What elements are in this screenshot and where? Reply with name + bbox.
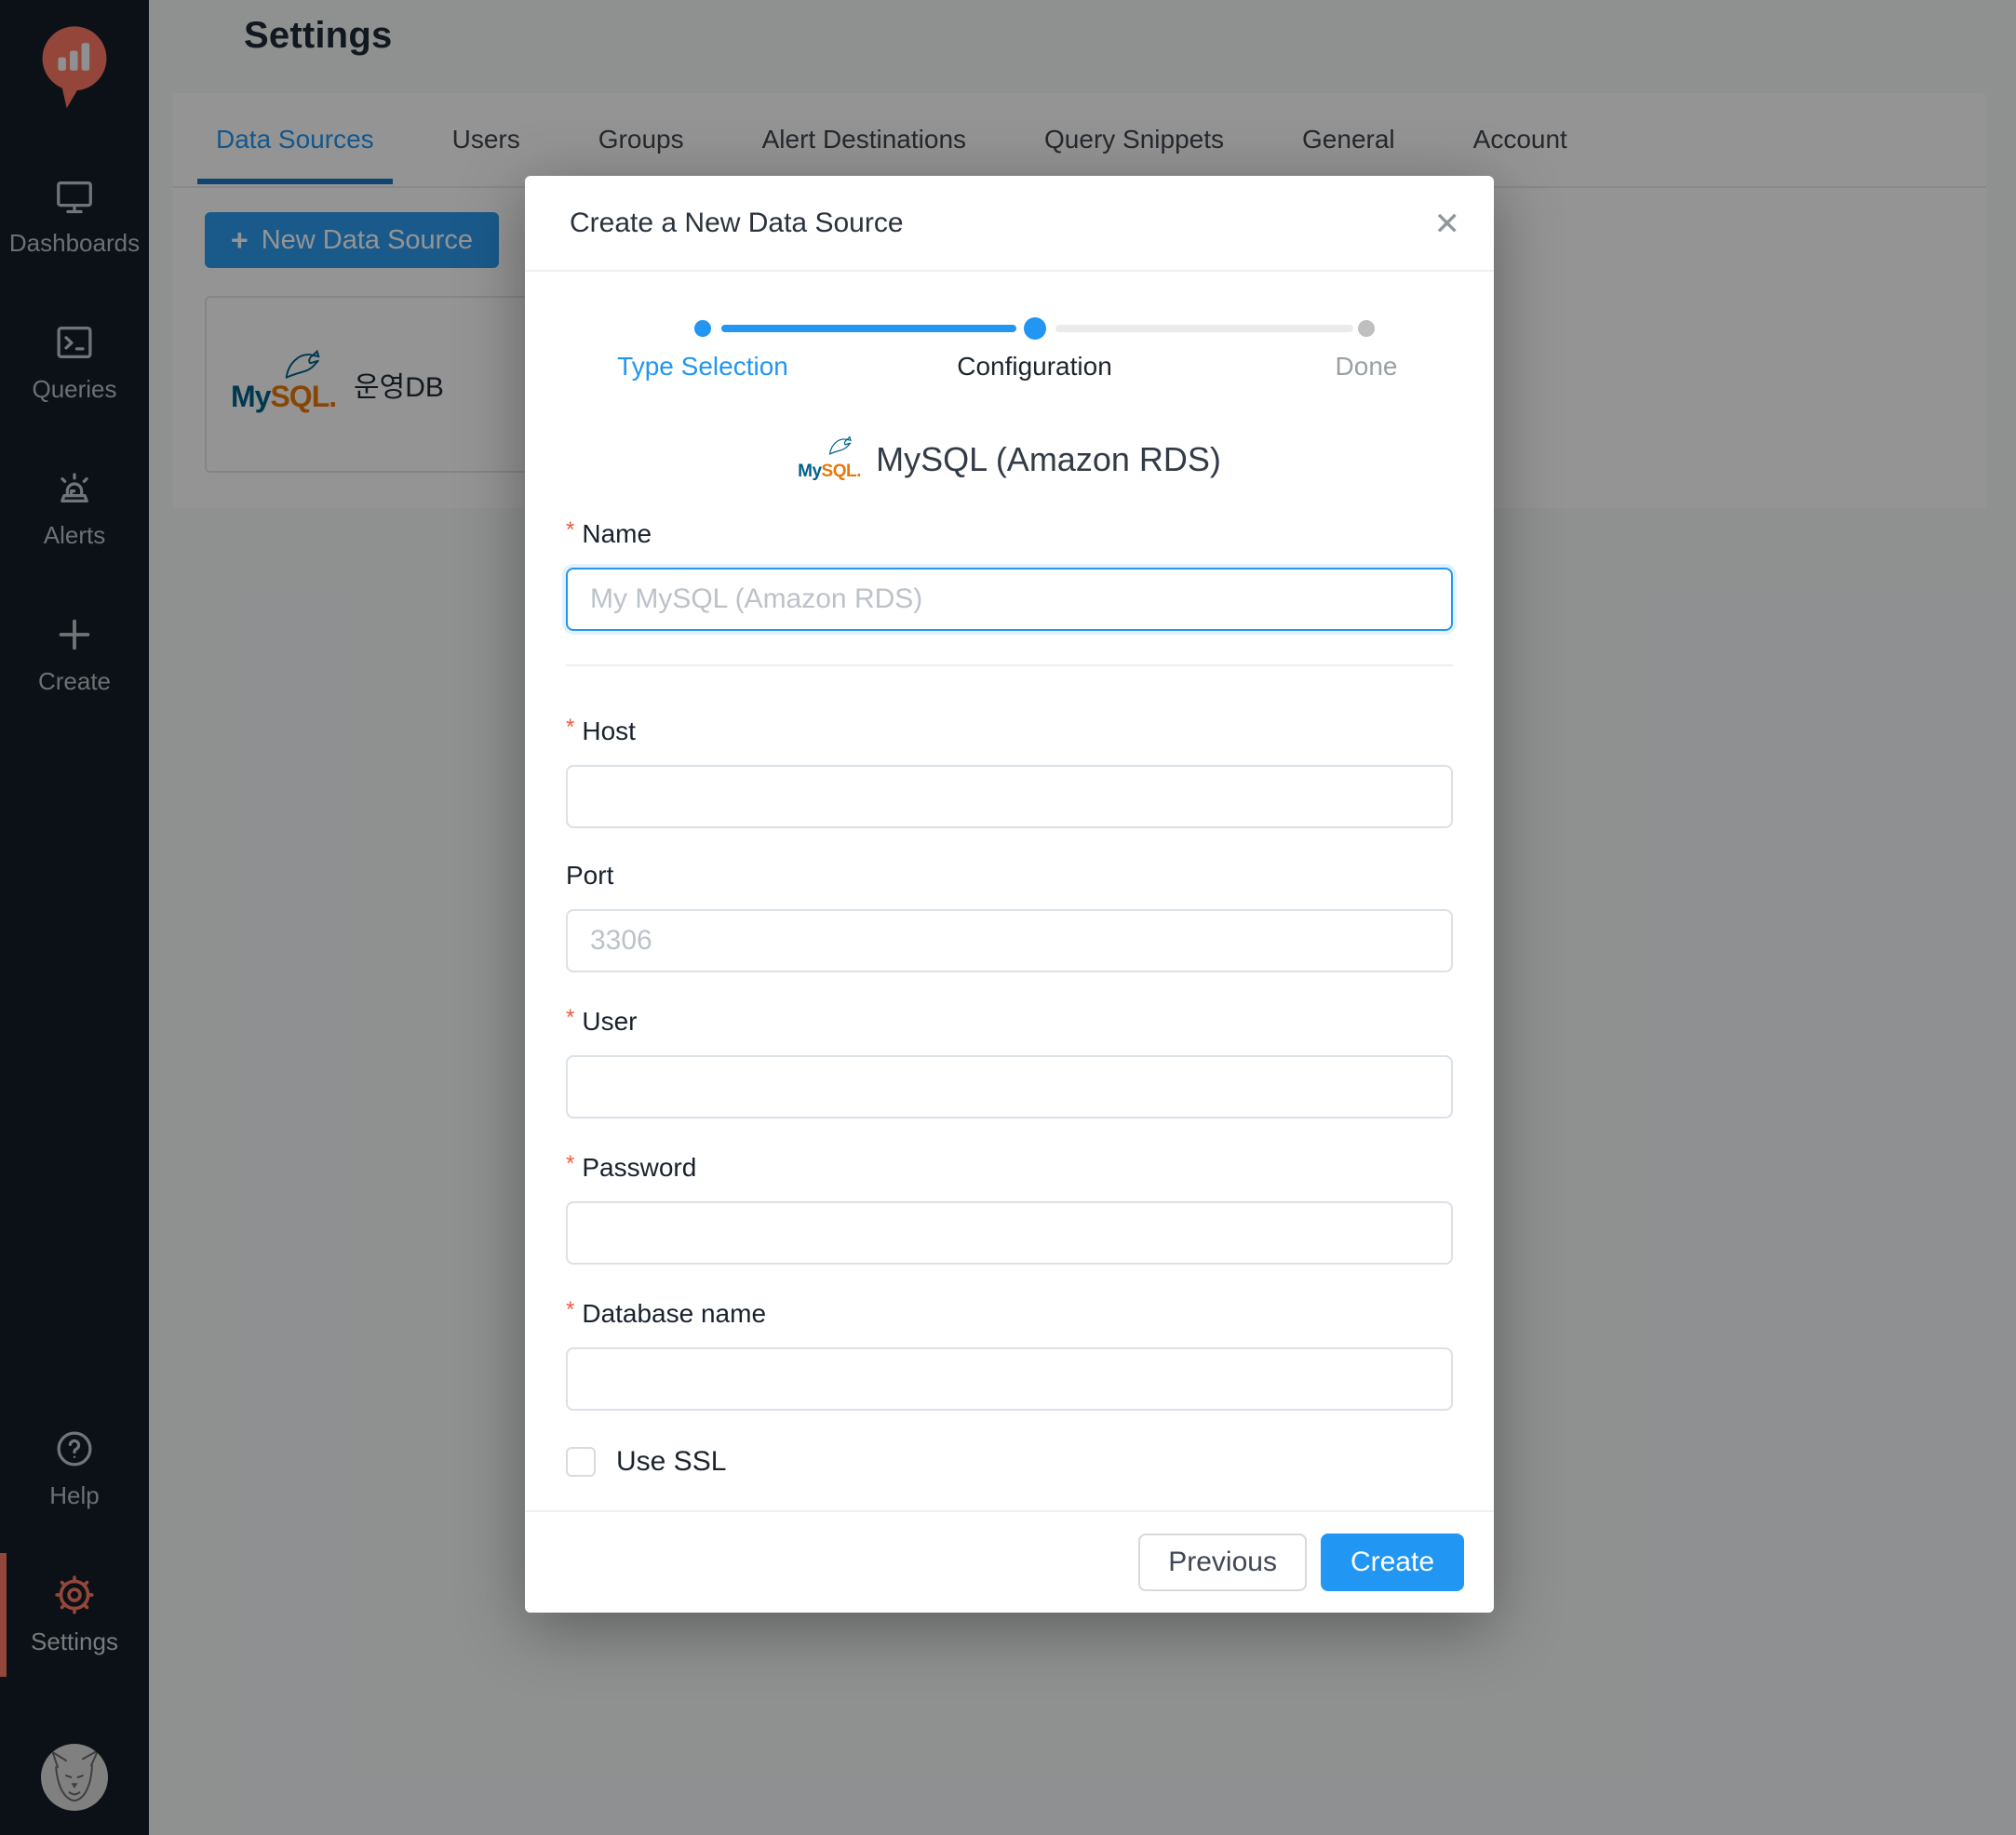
password-input[interactable]: [566, 1201, 1453, 1265]
required-mark: *: [566, 1151, 574, 1176]
field-port: Port: [566, 861, 1453, 972]
required-mark: *: [566, 517, 574, 542]
required-mark: *: [566, 1005, 574, 1030]
step-label-type-selection[interactable]: Type Selection: [617, 352, 788, 382]
stepper-line-done: [721, 325, 1016, 332]
modal-header: Create a New Data Source ✕: [525, 176, 1494, 272]
mysql-wordmark: MySQL.: [798, 462, 861, 482]
modal-body: Type Selection Configuration Done MySQL.…: [525, 274, 1494, 1508]
field-host: *Host: [566, 715, 1453, 828]
step-dot-configuration[interactable]: [1024, 317, 1046, 340]
form-divider: [566, 664, 1453, 666]
mysql-dolphin-icon: [827, 435, 859, 456]
use-ssl-checkbox[interactable]: [566, 1447, 596, 1477]
create-button[interactable]: Create: [1321, 1534, 1464, 1591]
wizard-stepper: [703, 316, 1366, 341]
stepper-line-todo: [1055, 325, 1354, 332]
name-input[interactable]: [566, 568, 1453, 631]
step-label-configuration: Configuration: [957, 352, 1112, 382]
step-dot-type-selection[interactable]: [694, 320, 711, 337]
use-ssl-row[interactable]: Use SSL: [566, 1446, 1453, 1478]
close-icon[interactable]: ✕: [1434, 176, 1461, 272]
field-password: *Password: [566, 1151, 1453, 1265]
field-label: *User: [566, 1005, 1453, 1037]
app-root: Dashboards Queries Alerts: [0, 0, 2016, 1835]
create-data-source-modal: Create a New Data Source ✕ Type Selectio…: [525, 176, 1494, 1613]
field-label: *Password: [566, 1151, 1453, 1183]
wizard-step-labels: Type Selection Configuration Done: [703, 352, 1366, 389]
selected-type-header: MySQL. MySQL (Amazon RDS): [566, 435, 1453, 484]
field-label: *Database name: [566, 1297, 1453, 1329]
host-input[interactable]: [566, 765, 1453, 828]
step-dot-done: [1358, 320, 1375, 337]
field-label: *Host: [566, 715, 1453, 746]
data-source-form: *Name *Host Port *User *Password: [566, 517, 1453, 1478]
required-mark: *: [566, 715, 574, 740]
field-label: *Name: [566, 517, 1453, 549]
use-ssl-label: Use SSL: [616, 1446, 726, 1478]
mysql-logo-icon: MySQL.: [798, 435, 859, 484]
database-name-input[interactable]: [566, 1347, 1453, 1411]
modal-footer: Previous Create: [525, 1510, 1494, 1613]
selected-type-title: MySQL (Amazon RDS): [876, 440, 1221, 479]
previous-button[interactable]: Previous: [1138, 1534, 1307, 1591]
port-input[interactable]: [566, 909, 1453, 972]
modal-title: Create a New Data Source: [570, 208, 904, 239]
field-database-name: *Database name: [566, 1297, 1453, 1411]
field-user: *User: [566, 1005, 1453, 1118]
required-mark: *: [566, 1297, 574, 1322]
user-input[interactable]: [566, 1055, 1453, 1118]
field-name: *Name: [566, 517, 1453, 631]
field-label: Port: [566, 861, 1453, 891]
step-label-done: Done: [1336, 352, 1398, 382]
